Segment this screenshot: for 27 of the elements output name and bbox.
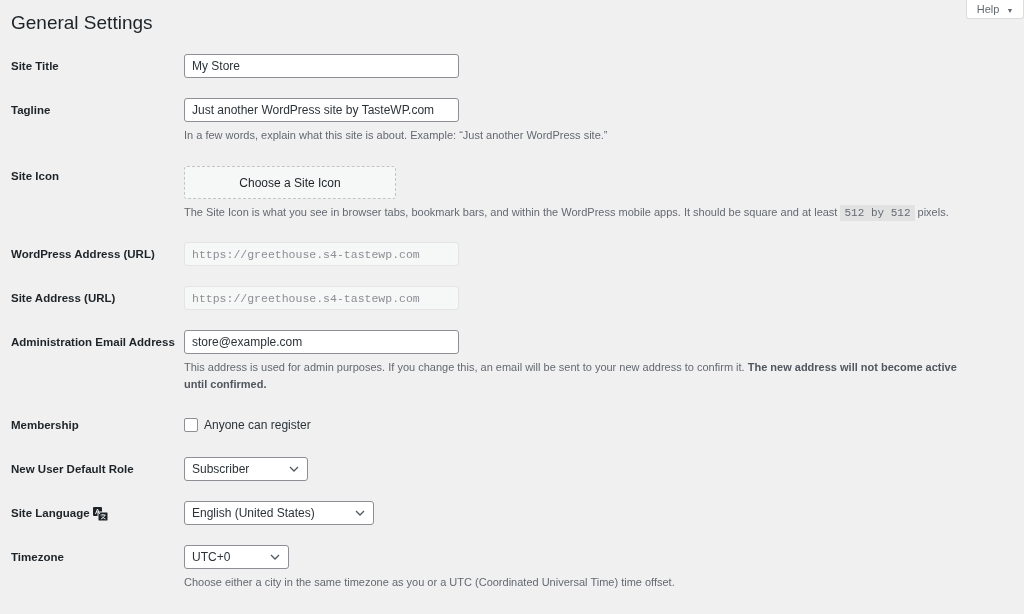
dropdown[interactable]: UTC+0 (184, 545, 290, 570)
setting-label: New User Default Role (11, 463, 134, 476)
setting-label: Administration Email Address (11, 336, 175, 349)
checkbox[interactable] (184, 418, 198, 433)
chevron-down-icon (270, 554, 281, 561)
dropdown[interactable]: Subscriber (184, 457, 309, 482)
setting-label: Site Language (11, 507, 90, 520)
checkbox-label[interactable]: Anyone can register (204, 418, 311, 433)
setting-label: Membership (11, 419, 79, 432)
choose-site-icon-button[interactable]: Choose a Site Icon (184, 166, 396, 200)
field-description: This address is used for admin purposes. If you change this, an email will be sent to your new address to confirm it. The new address will not become active until confirmed. (184, 360, 958, 393)
page-title: General Settings (11, 11, 153, 35)
field-description: Choose either a city in the same timezone as you or a UTC (Coordinated Universal Time) time offset. (184, 575, 676, 591)
text-field[interactable]: Just another WordPress site by TasteWP.com (184, 98, 459, 122)
text-field[interactable]: My Store (184, 54, 459, 78)
setting-label: Site Address (URL) (11, 292, 116, 305)
dropdown[interactable]: English (United States) (184, 501, 374, 526)
setting-label: Site Icon (11, 170, 59, 183)
field-description: The Site Icon is what you see in browser tabs, bookmark bars, and within the WordPress mobile apps. It should be square and at least 512 by 512 pixels. (184, 204, 950, 223)
setting-label: Site Title (11, 60, 59, 72)
setting-label: Timezone (11, 551, 64, 564)
chevron-down-icon (354, 510, 365, 517)
field-description: In a few words, explain what this site is about. Example: “Just another WordPress site.” (184, 128, 609, 143)
text-field[interactable]: store@example.com (184, 330, 459, 355)
setting-label: WordPress Address (URL) (11, 248, 155, 261)
chevron-down-icon (289, 466, 300, 473)
setting-label: Tagline (11, 104, 51, 116)
